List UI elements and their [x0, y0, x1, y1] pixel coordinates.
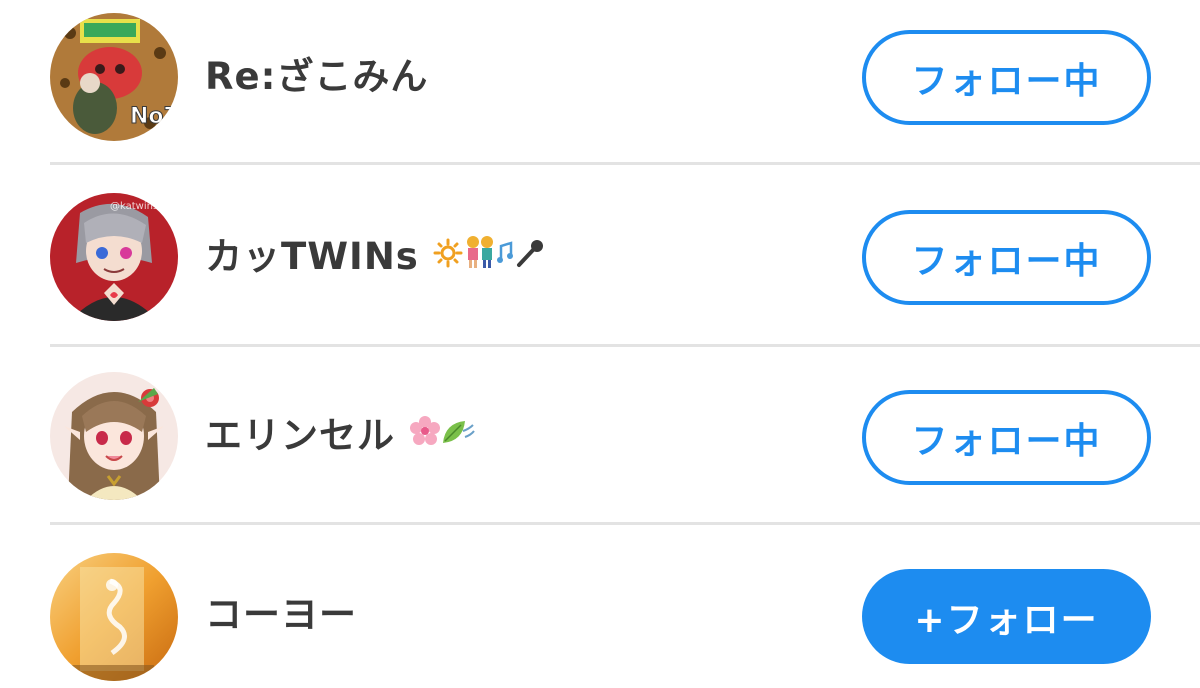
user-avatar[interactable]	[50, 372, 178, 500]
following-button[interactable]: フォロー中	[862, 390, 1151, 485]
following-button-label: フォロー中	[911, 60, 1102, 102]
following-button-label: フォロー中	[911, 240, 1102, 282]
avatar-image: No7	[50, 13, 178, 141]
avatar-image: @katwins	[50, 193, 178, 321]
user-name[interactable]: コーヨー	[205, 593, 357, 637]
microphone-emoji	[515, 234, 545, 278]
user-row[interactable]: コーヨー +フォロー	[0, 525, 1200, 688]
user-avatar[interactable]: No7	[50, 13, 178, 141]
user-row[interactable]: エリンセル フォロー中	[0, 347, 1200, 523]
user-name[interactable]: Re:ざこみん	[205, 55, 428, 99]
user-list: No7 Re:ざこみん フォロー中 @katwins カッTWINs フォロー中…	[0, 0, 1200, 688]
svg-text:@katwins: @katwins	[110, 201, 158, 212]
user-name-text[interactable]: Re:ざこみん	[205, 55, 428, 98]
following-button-label: フォロー中	[911, 420, 1102, 462]
user-name-text[interactable]: カッTWINs	[205, 235, 419, 278]
cherry-blossom-emoji	[409, 413, 441, 457]
avatar-image	[50, 372, 178, 500]
user-row[interactable]: No7 Re:ざこみん フォロー中	[0, 0, 1200, 163]
leaf-wind-emoji	[441, 413, 475, 457]
svg-text:No7: No7	[130, 104, 178, 129]
user-avatar[interactable]: @katwins	[50, 193, 178, 321]
user-name-text[interactable]: コーヨー	[205, 593, 357, 636]
user-avatar[interactable]	[50, 553, 178, 681]
avatar-image	[50, 553, 178, 681]
follow-button[interactable]: +フォロー	[862, 569, 1151, 664]
user-name-text[interactable]: エリンセル	[205, 414, 395, 457]
follow-button-label: +フォロー	[914, 599, 1099, 641]
user-row[interactable]: @katwins カッTWINs フォロー中	[0, 165, 1200, 345]
music-notes-emoji	[496, 234, 515, 278]
following-button[interactable]: フォロー中	[862, 210, 1151, 305]
user-name[interactable]: カッTWINs	[205, 235, 545, 279]
user-name[interactable]: エリンセル	[205, 414, 475, 458]
following-button[interactable]: フォロー中	[862, 30, 1151, 125]
couple-emoji	[463, 234, 497, 278]
sun-emoji	[433, 234, 463, 278]
